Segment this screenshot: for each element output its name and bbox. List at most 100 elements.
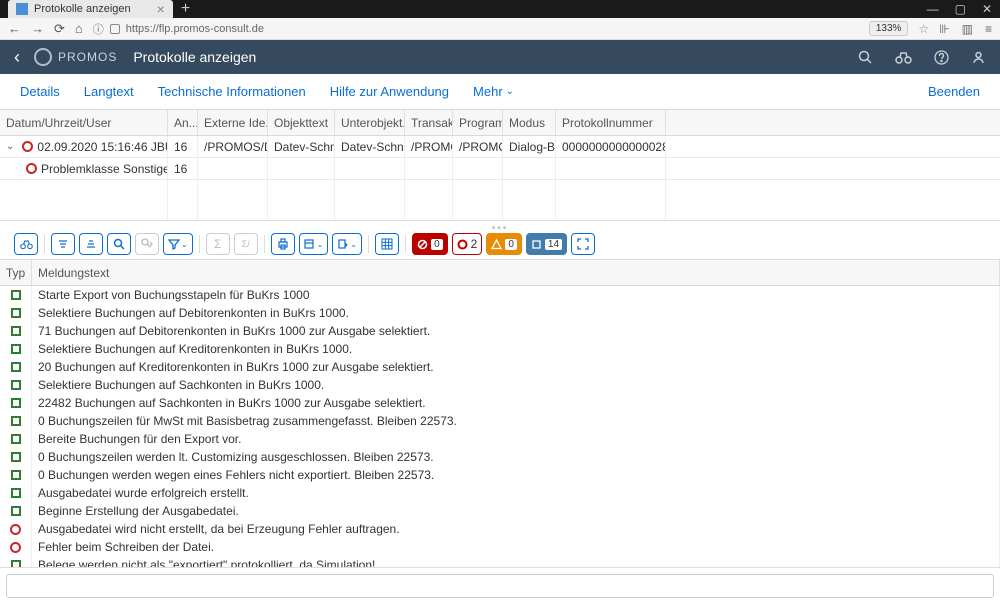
message-type-cell <box>0 358 32 376</box>
col-protocol-number[interactable]: Protokollnummer <box>556 110 666 135</box>
message-row[interactable]: 22482 Buchungen auf Sachkonten in BuKrs … <box>0 394 1000 412</box>
col-object-text[interactable]: Objekttext <box>268 110 335 135</box>
user-icon[interactable] <box>971 50 986 65</box>
find-button[interactable] <box>14 233 38 255</box>
sort-asc-button[interactable] <box>51 233 75 255</box>
menu-icon[interactable]: ≡ <box>985 22 992 36</box>
browser-toolbar: ← → ⟳ ⌂ ⓘ https://flp.promos-consult.de … <box>0 18 1000 40</box>
new-tab-button[interactable]: + <box>181 0 190 18</box>
grid-button[interactable] <box>375 233 399 255</box>
close-tab-icon[interactable]: × <box>157 1 165 17</box>
brand-text: PROMOS <box>58 50 117 64</box>
col-count[interactable]: An... <box>168 110 198 135</box>
exit-button[interactable]: Beenden <box>928 84 980 99</box>
expand-icon[interactable]: ⌄ <box>6 141 14 152</box>
col-mode[interactable]: Modus <box>503 110 556 135</box>
col-external-id[interactable]: Externe Ide... <box>198 110 268 135</box>
success-status-icon <box>11 290 21 300</box>
tab-help[interactable]: Hilfe zur Anwendung <box>330 84 449 99</box>
col-message[interactable]: Meldungstext <box>32 260 1000 285</box>
message-text-cell: Selektiere Buchungen auf Kreditorenkonte… <box>32 340 1000 358</box>
app-back-icon[interactable]: ‹ <box>14 47 20 68</box>
layout-button[interactable]: ⌄ <box>299 233 329 255</box>
command-input[interactable] <box>6 574 994 598</box>
message-row[interactable]: Ausgabedatei wurde erfolgreich erstellt. <box>0 484 1000 502</box>
sort-desc-button[interactable] <box>79 233 103 255</box>
cell-extid: /PROMOS/DAT <box>198 136 268 157</box>
nav-tabs: Details Langtext Technische Informatione… <box>0 74 1000 110</box>
message-type-cell <box>0 376 32 394</box>
url-bar[interactable]: ⓘ https://flp.promos-consult.de <box>93 21 859 37</box>
message-row[interactable]: 0 Buchungszeilen werden lt. Customizing … <box>0 448 1000 466</box>
message-row[interactable]: 20 Buchungen auf Kreditorenkonten in BuK… <box>0 358 1000 376</box>
star-icon[interactable]: ☆ <box>918 22 929 36</box>
success-status-icon <box>11 308 21 318</box>
tab-favicon <box>16 3 28 15</box>
col-type[interactable]: Typ <box>0 260 32 285</box>
col-datetime-user[interactable]: Datum/Uhrzeit/User <box>0 110 168 135</box>
back-icon[interactable]: ← <box>8 21 21 36</box>
info-filter-button[interactable]: 14 <box>526 233 567 255</box>
message-row[interactable]: Bereite Buchungen für den Export vor. <box>0 430 1000 448</box>
browser-tab[interactable]: Protokolle anzeigen × <box>8 0 173 18</box>
cell-program: /PROMOS/ <box>453 136 503 157</box>
message-row[interactable]: Beginne Erstellung der Ausgabedatei. <box>0 502 1000 520</box>
cell-count: 16 <box>168 136 198 157</box>
splitter-handle-icon[interactable]: ••• <box>492 223 509 234</box>
fullscreen-button[interactable] <box>571 233 595 255</box>
grid-header-row: Datum/Uhrzeit/User An... Externe Ide... … <box>0 110 1000 136</box>
home-icon[interactable]: ⌂ <box>75 21 83 36</box>
close-window-icon[interactable]: ✕ <box>982 2 992 16</box>
table-row[interactable]: ⌄ 02.09.2020 15:16:46 JBUC 16 /PROMOS/DA… <box>0 136 1000 158</box>
caution-filter-button[interactable]: 0 <box>486 233 522 255</box>
cell-problemclass: Problemklasse Sonstiges <box>41 162 168 176</box>
filter-button[interactable]: ⌄ <box>163 233 193 255</box>
zoom-badge[interactable]: 133% <box>869 21 909 36</box>
log-header-grid: Datum/Uhrzeit/User An... Externe Ide... … <box>0 110 1000 221</box>
message-row[interactable]: Selektiere Buchungen auf Debitorenkonten… <box>0 304 1000 322</box>
print-button[interactable] <box>271 233 295 255</box>
error-status-icon <box>22 141 33 152</box>
forward-icon[interactable]: → <box>31 21 44 36</box>
warning-filter-button[interactable]: 2 <box>452 233 483 255</box>
success-status-icon <box>11 488 21 498</box>
reload-icon[interactable]: ⟳ <box>54 21 65 37</box>
sidebar-icon[interactable]: ▥ <box>962 22 973 36</box>
error-filter-button[interactable]: 0 <box>412 233 448 255</box>
table-row[interactable]: Problemklasse Sonstiges 16 <box>0 158 1000 180</box>
message-type-cell <box>0 412 32 430</box>
success-status-icon <box>11 470 21 480</box>
tab-more[interactable]: Mehr⌄ <box>473 84 514 99</box>
message-row[interactable]: Fehler beim Schreiben der Datei. <box>0 538 1000 556</box>
message-type-cell <box>0 538 32 556</box>
col-transaction[interactable]: Transak... <box>405 110 453 135</box>
help-icon[interactable] <box>934 50 949 65</box>
col-program[interactable]: Programm <box>453 110 503 135</box>
message-row[interactable]: Starte Export von Buchungsstapeln für Bu… <box>0 286 1000 304</box>
minimize-icon[interactable]: — <box>927 2 939 16</box>
export-button[interactable]: ⌄ <box>332 233 362 255</box>
tab-tech-info[interactable]: Technische Informationen <box>158 84 306 99</box>
message-type-cell <box>0 520 32 538</box>
message-text-cell: Ausgabedatei wurde erfolgreich erstellt. <box>32 484 1000 502</box>
col-subobject[interactable]: Unterobjekt... <box>335 110 405 135</box>
message-text-cell: Ausgabedatei wird nicht erstellt, da bei… <box>32 520 1000 538</box>
search-icon[interactable] <box>858 50 873 65</box>
maximize-icon[interactable]: ▢ <box>955 2 966 16</box>
success-status-icon <box>11 434 21 444</box>
success-status-icon <box>11 344 21 354</box>
message-row[interactable]: 0 Buchungen werden wegen eines Fehlers n… <box>0 466 1000 484</box>
message-row[interactable]: 0 Buchungszeilen für MwSt mit Basisbetra… <box>0 412 1000 430</box>
library-icon[interactable]: ⊪ <box>939 22 949 36</box>
message-row[interactable]: Selektiere Buchungen auf Kreditorenkonte… <box>0 340 1000 358</box>
message-row[interactable]: 71 Buchungen auf Debitorenkonten in BuKr… <box>0 322 1000 340</box>
message-row[interactable]: Ausgabedatei wird nicht erstellt, da bei… <box>0 520 1000 538</box>
tab-details[interactable]: Details <box>20 84 60 99</box>
message-row[interactable]: Selektiere Buchungen auf Sachkonten in B… <box>0 376 1000 394</box>
error-status-icon <box>26 163 37 174</box>
success-status-icon <box>11 506 21 516</box>
tab-langtext[interactable]: Langtext <box>84 84 134 99</box>
splitter[interactable]: ••• <box>0 221 1000 229</box>
binoculars-icon[interactable] <box>895 50 912 65</box>
search-button[interactable] <box>107 233 131 255</box>
